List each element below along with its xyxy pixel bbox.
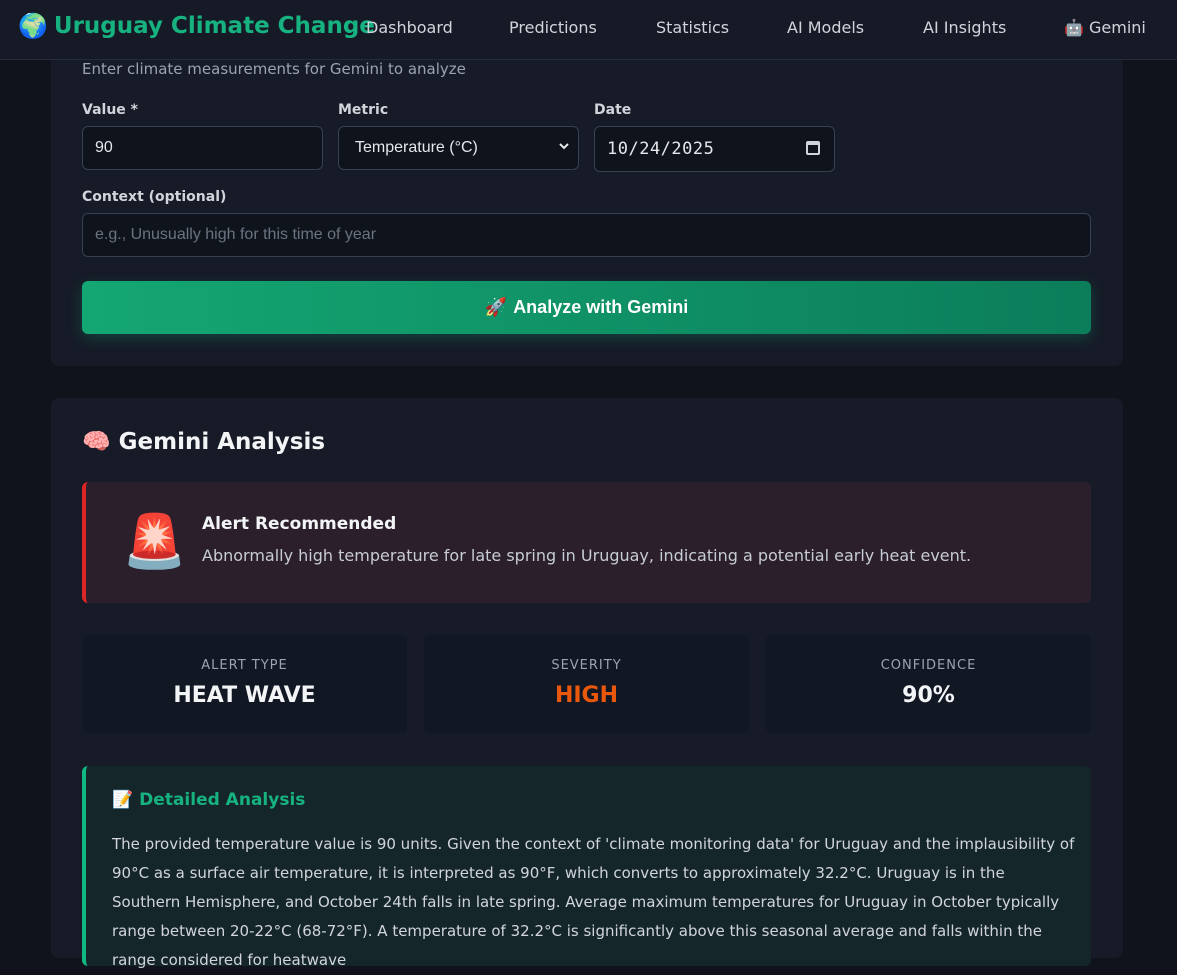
metric-label: Metric (338, 102, 389, 118)
analyze-button-label: Analyze with Gemini (513, 297, 689, 317)
value-input-text: 90 (95, 139, 113, 156)
context-label: Context (optional) (82, 189, 227, 205)
nav-link-predictions[interactable]: Predictions (509, 18, 597, 37)
brain-icon: 🧠 (82, 429, 111, 455)
alert-description: Abnormally high temperature for late spr… (202, 546, 972, 565)
stat-label: ALERT TYPE (201, 658, 288, 673)
date-input[interactable]: 10/24/2025 (594, 126, 835, 172)
analysis-title-text: Gemini Analysis (118, 428, 326, 455)
detail-title-text: Detailed Analysis (139, 790, 306, 810)
nav-link-gemini[interactable]: 🤖 Gemini (1064, 18, 1146, 37)
detailed-analysis-box: 📝 Detailed Analysis The provided tempera… (82, 766, 1091, 969)
metric-selected-value: Temperature (°C) (355, 139, 478, 156)
nav-link-gemini-label: Gemini (1089, 18, 1146, 37)
nav-link-ai-models[interactable]: AI Models (787, 18, 864, 37)
nav-link-dashboard[interactable]: Dashboard (366, 18, 453, 37)
chevron-down-icon (558, 140, 570, 155)
stat-value: HIGH (554, 683, 619, 708)
siren-icon: 🚨 (122, 512, 187, 572)
detail-title: 📝 Detailed Analysis (112, 790, 305, 810)
detail-text: The provided temperature value is 90 uni… (112, 835, 1075, 969)
stat-card-alert-type: ALERT TYPE HEAT WAVE (82, 635, 407, 733)
stat-label: CONFIDENCE (880, 658, 977, 673)
analyze-button[interactable]: 🚀 Analyze with Gemini (82, 281, 1091, 334)
nav-link-statistics[interactable]: Statistics (656, 18, 729, 37)
alert-box: 🚨 Alert Recommended Abnormally high temp… (82, 482, 1091, 603)
memo-icon: 📝 (112, 790, 134, 810)
stat-card-confidence: CONFIDENCE 90% (766, 635, 1091, 733)
nav-link-ai-insights[interactable]: AI Insights (923, 18, 1006, 37)
alert-title: Alert Recommended (202, 514, 397, 534)
rocket-icon: 🚀 (484, 297, 508, 317)
calendar-icon[interactable] (806, 141, 820, 155)
context-input[interactable]: e.g., Unusually high for this time of ye… (82, 213, 1091, 257)
nav-links: Dashboard Predictions Statistics AI Mode… (0, 0, 1177, 60)
value-input[interactable]: 90 (82, 126, 323, 170)
analysis-title: 🧠 Gemini Analysis (82, 428, 326, 456)
context-placeholder: e.g., Unusually high for this time of ye… (95, 226, 377, 243)
top-navbar: 🌍 Uruguay Climate Change Dashboard Predi… (0, 0, 1177, 60)
date-label: Date (594, 102, 632, 118)
stat-value: 90% (902, 683, 955, 708)
robot-icon: 🤖 (1064, 18, 1084, 37)
metric-select[interactable]: Temperature (°C) (338, 126, 579, 170)
stat-label: SEVERITY (551, 658, 622, 673)
date-input-text: 10/24/2025 (607, 139, 715, 159)
form-subtitle: Enter climate measurements for Gemini to… (82, 60, 466, 78)
stat-value: HEAT WAVE (173, 683, 316, 708)
value-label: Value * (82, 102, 138, 118)
stat-card-severity: SEVERITY HIGH (424, 635, 749, 733)
